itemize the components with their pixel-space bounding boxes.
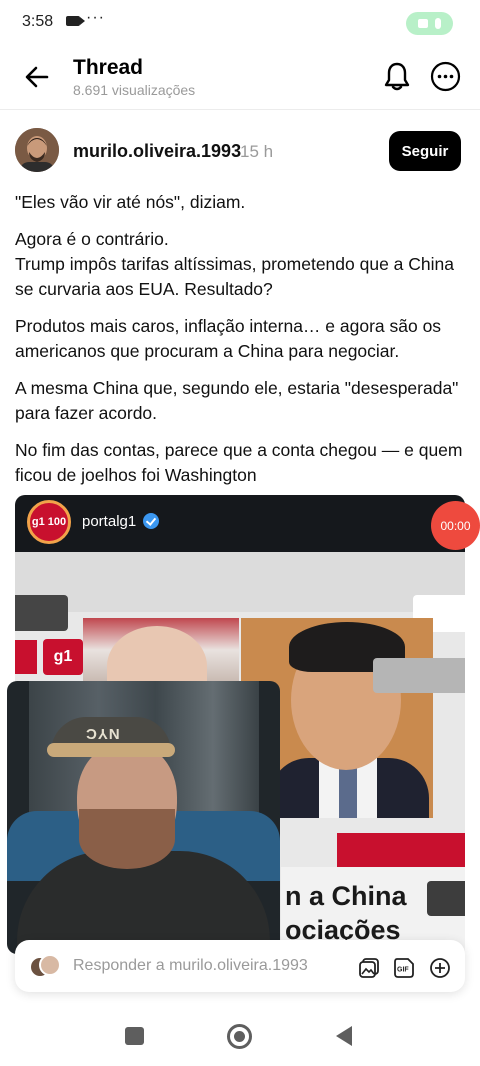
webcam-overlay[interactable]: NYC xyxy=(7,681,280,954)
cap-logo: NYC xyxy=(85,725,120,742)
add-icon xyxy=(430,958,450,978)
screen-record-icon xyxy=(66,16,85,26)
reply-avatars xyxy=(29,954,61,980)
recents-button[interactable] xyxy=(125,1027,144,1045)
author-username[interactable]: murilo.oliveira.1993 xyxy=(73,141,241,162)
media-account[interactable]: portalg1 xyxy=(82,513,136,530)
system-nav-bar xyxy=(0,1000,480,1066)
media-background xyxy=(15,552,465,612)
page-title: Thread xyxy=(73,56,144,79)
image-icon xyxy=(359,958,379,978)
media-headline: n a China xyxy=(285,881,407,911)
status-bar: 3:58 ··· xyxy=(0,0,480,44)
bell-icon xyxy=(384,62,410,91)
media-block xyxy=(427,881,465,916)
follow-button[interactable]: Seguir xyxy=(389,131,461,171)
post-text: "Eles vão vir até nós", diziam. Agora é … xyxy=(15,190,465,500)
system-back-button[interactable] xyxy=(336,1026,352,1046)
notifications-button[interactable] xyxy=(382,60,412,92)
post-paragraph: Agora é o contrário. xyxy=(15,229,169,249)
camera-icon xyxy=(418,19,428,28)
author-avatar[interactable] xyxy=(15,128,59,172)
add-button[interactable] xyxy=(429,957,451,979)
view-count: 8.691 visualizações xyxy=(73,82,196,98)
post-paragraph: A mesma China que, segundo ele, estaria … xyxy=(15,378,459,423)
media-block xyxy=(373,658,465,693)
post-paragraph: Produtos mais caros, inflação interna… e… xyxy=(15,316,442,361)
media-block xyxy=(15,640,37,674)
recording-timer[interactable]: 00:00 xyxy=(431,501,480,550)
media-block xyxy=(15,595,68,631)
verified-icon xyxy=(143,513,159,529)
post-paragraph: No fim das contas, parece que a conta ch… xyxy=(15,440,463,485)
status-dots: ··· xyxy=(86,9,105,26)
home-button[interactable] xyxy=(227,1024,252,1049)
svg-text:GIF: GIF xyxy=(397,967,409,974)
reply-bar: Responder a murilo.oliveira.1993 GIF xyxy=(15,940,465,992)
thread-header: Thread 8.691 visualizações xyxy=(0,44,480,110)
back-arrow-icon xyxy=(25,66,49,88)
back-button[interactable] xyxy=(22,62,52,92)
more-options-button[interactable] xyxy=(430,61,461,92)
reply-input[interactable]: Responder a murilo.oliveira.1993 xyxy=(73,957,308,975)
gif-icon: GIF xyxy=(394,958,414,978)
more-icon xyxy=(430,61,461,92)
status-time: 3:58 xyxy=(22,13,54,30)
post-time: 15 h xyxy=(240,142,274,161)
post-paragraph: Trump impôs tarifas altíssimas, prometen… xyxy=(15,254,454,299)
gif-button[interactable]: GIF xyxy=(393,957,415,979)
privacy-indicator xyxy=(406,12,453,35)
media-header: g1 100 portalg1 xyxy=(15,495,465,552)
g1-badge: g1 xyxy=(43,639,83,675)
mic-icon xyxy=(435,18,441,29)
g1-logo[interactable]: g1 100 xyxy=(27,500,71,544)
image-button[interactable] xyxy=(358,957,380,979)
media-red-bar xyxy=(337,833,465,867)
post-paragraph: "Eles vão vir até nós", diziam. xyxy=(15,192,246,212)
